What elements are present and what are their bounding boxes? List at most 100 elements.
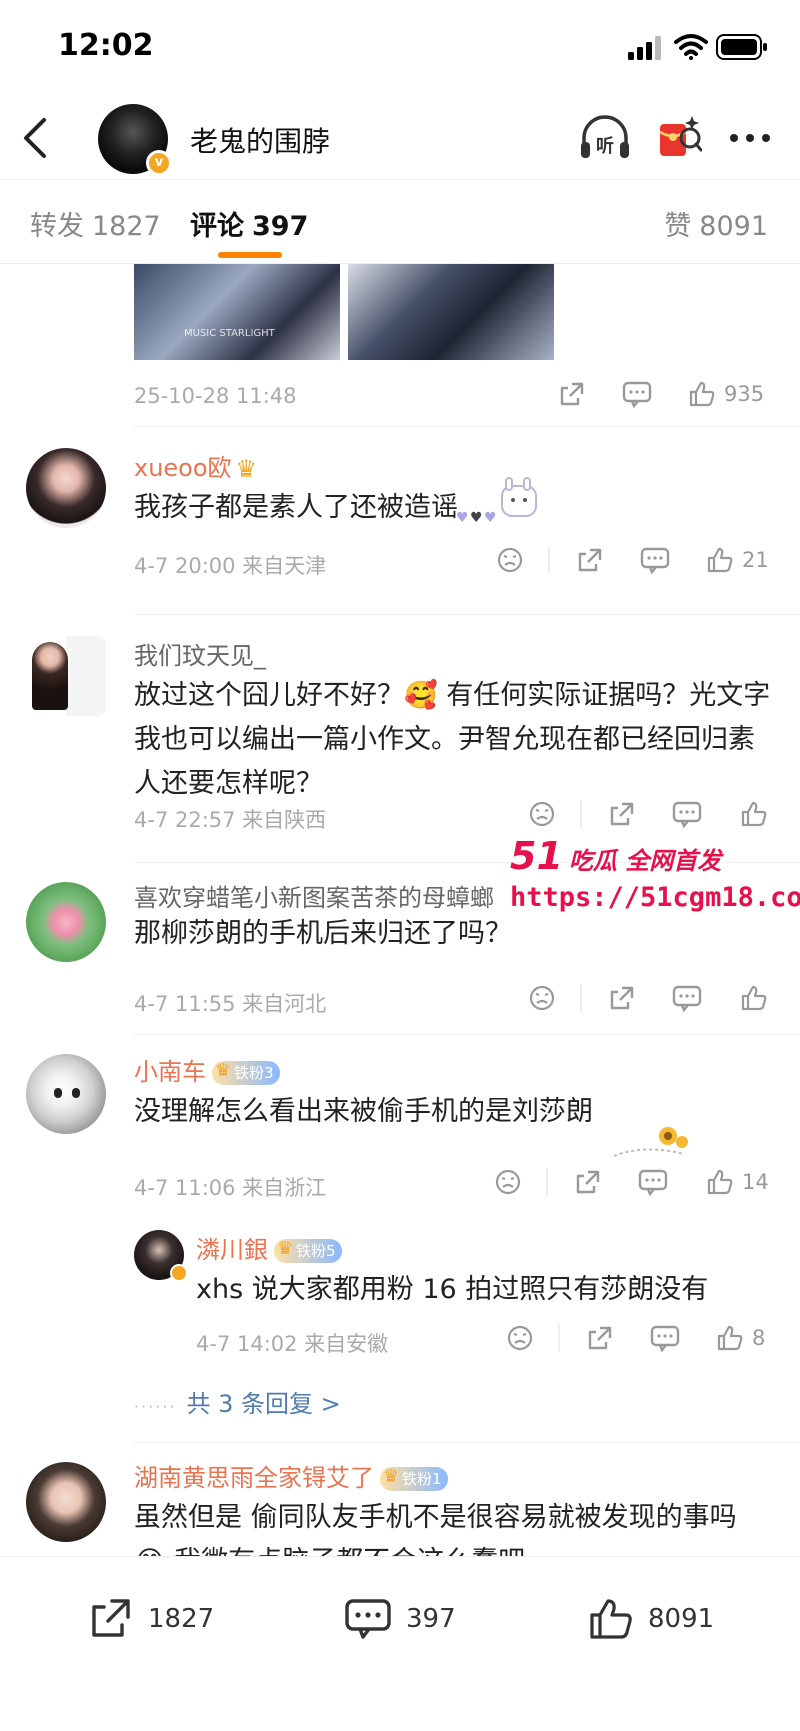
post-image[interactable]: MUSIC STARLIGHT: [134, 264, 340, 360]
separator: [580, 800, 582, 828]
reply-like-button[interactable]: 8: [716, 1324, 765, 1352]
tab-repost[interactable]: 转发 1827: [30, 204, 161, 243]
comment-username-text: xueoo欧: [134, 454, 232, 482]
crown-badge-icon: ♛: [235, 455, 258, 483]
tab-repost-count: 1827: [92, 211, 161, 242]
comment-text: 放过这个囧儿好不好？🥰 有任何实际证据吗？光文字我也可以编出一篇小作文。尹智允现…: [134, 680, 771, 799]
reply-meta: 4-7 14:02 来自安徽: [196, 1332, 389, 1356]
reply-text: xhs 说大家都用粉 16 拍过照只有莎朗没有: [196, 1274, 709, 1305]
watermark-url: https://51cgm18.com: [510, 882, 800, 913]
dislike-face-icon[interactable]: [528, 800, 556, 828]
reply-avatar[interactable]: [134, 1230, 188, 1282]
signal-icon: [628, 36, 661, 60]
comment-meta: 4-7 11:55 来自河北: [134, 992, 327, 1016]
share-icon[interactable]: [608, 984, 636, 1012]
comment-icon[interactable]: [622, 380, 652, 408]
svg-text:♥: ♥: [456, 510, 469, 526]
bottom-comment-button[interactable]: 397: [344, 1597, 456, 1641]
view-more-replies-label: 共 3 条回复 >: [186, 1390, 341, 1418]
reply-like-count: 8: [752, 1326, 766, 1350]
post-images: MUSIC STARLIGHT: [134, 264, 554, 360]
avatar[interactable]: [26, 1054, 106, 1134]
comment-username-text: 小南车: [134, 1058, 206, 1086]
red-packet-icon[interactable]: [656, 112, 702, 160]
comment-like-count: 14: [742, 1170, 769, 1194]
tab-comment[interactable]: 评论 397: [190, 204, 308, 243]
thumbs-up-icon[interactable]: [740, 800, 768, 828]
bottom-action-bar: 1827 397 8091: [0, 1556, 800, 1731]
watermark: 51 吃瓜 全网首发 https://51cgm18.com: [510, 834, 800, 913]
tab-comment-label: 评论: [190, 211, 244, 242]
tab-comment-count: 397: [252, 211, 309, 242]
comment-meta: 4-7 20:00 来自天津: [134, 554, 327, 578]
status-time: 12:02: [58, 28, 154, 63]
comment-icon[interactable]: [650, 1324, 680, 1352]
comment-username[interactable]: xueoo欧 ♛: [134, 448, 257, 483]
comment-feed[interactable]: MUSIC STARLIGHT 25-10-28 11:48 935 xueoo…: [0, 264, 800, 1556]
bottom-share-button[interactable]: 1827: [88, 1597, 214, 1641]
svg-text:♥: ♥: [470, 510, 483, 526]
separator: [548, 546, 550, 574]
post-image[interactable]: [348, 264, 554, 360]
listen-headphones-icon[interactable]: 听: [578, 114, 632, 162]
watermark-number: 51: [510, 834, 563, 878]
comment-username[interactable]: 我们玟天见_: [134, 636, 266, 671]
comment-username-text: 湖南黄思雨全家锝艾了: [134, 1464, 374, 1492]
tab-like[interactable]: 赞 8091: [664, 204, 768, 243]
comment-username[interactable]: 喜欢穿蜡笔小新图案苦茶的母蟑螂: [134, 878, 494, 913]
page-title[interactable]: 老鬼的围脖: [190, 120, 330, 160]
thumbs-up-icon: [717, 1325, 743, 1351]
reply-username-text: 潾川銀: [196, 1236, 268, 1264]
post-like-button[interactable]: 935: [688, 380, 764, 408]
thumbs-up-icon: [707, 547, 733, 573]
comment-text: 虽然但是 偷同队友手机不是很容易就被发现的事吗 😂 我微有点脑子都不会这么蠢吧: [134, 1502, 737, 1556]
active-tab-indicator: [218, 252, 282, 258]
comment-icon[interactable]: [638, 1168, 668, 1196]
comment-icon[interactable]: [640, 546, 670, 574]
status-bar: 12:02: [0, 0, 800, 96]
avatar[interactable]: [26, 636, 106, 716]
post-image-caption: MUSIC STARLIGHT: [184, 328, 275, 339]
sunflower-sticker-icon: [604, 1122, 694, 1162]
svg-text:♥: ♥: [484, 510, 497, 526]
comment-like-button[interactable]: 21: [706, 546, 769, 574]
thumbs-up-icon: [707, 1169, 733, 1195]
share-icon[interactable]: [586, 1324, 614, 1352]
wifi-icon: [674, 34, 708, 60]
more-options-icon[interactable]: [726, 118, 774, 158]
comment-item: 湖南黄思雨全家锝艾了铁粉1 虽然但是 偷同队友手机不是很容易就被发现的事吗 😂 …: [0, 1442, 800, 1556]
bottom-like-count: 8091: [648, 1604, 715, 1634]
separator: [580, 984, 582, 1012]
dots-icon: ······: [134, 1397, 177, 1416]
avatar[interactable]: [26, 448, 106, 528]
comment-like-button[interactable]: 14: [706, 1168, 769, 1196]
comment-username[interactable]: 小南车铁粉3: [134, 1052, 280, 1087]
fan-level-badge: 铁粉3: [212, 1059, 280, 1085]
view-more-replies-link[interactable]: ······ 共 3 条回复 >: [134, 1384, 341, 1419]
comment-meta: 4-7 11:06 来自浙江: [134, 1176, 327, 1200]
comment-icon[interactable]: [672, 984, 702, 1012]
author-avatar[interactable]: v: [98, 104, 172, 176]
share-icon[interactable]: [608, 800, 636, 828]
share-icon[interactable]: [574, 1168, 602, 1196]
separator: [546, 1168, 548, 1196]
fan-level-badge: 铁粉1: [380, 1465, 448, 1491]
thumbs-up-icon[interactable]: [740, 984, 768, 1012]
reply-username[interactable]: 潾川銀铁粉5: [196, 1230, 342, 1265]
dislike-face-icon[interactable]: [496, 546, 524, 574]
chevron-left-icon[interactable]: [18, 116, 54, 160]
comment-username[interactable]: 湖南黄思雨全家锝艾了铁粉1: [134, 1458, 448, 1493]
share-icon[interactable]: [576, 546, 604, 574]
dislike-face-icon[interactable]: [494, 1168, 522, 1196]
comment-icon[interactable]: [672, 800, 702, 828]
share-icon[interactable]: [558, 380, 586, 408]
bottom-like-button[interactable]: 8091: [588, 1597, 714, 1641]
dislike-face-icon[interactable]: [506, 1324, 534, 1352]
avatar[interactable]: [26, 1462, 106, 1542]
post-date: 25-10-28 11:48: [134, 384, 297, 408]
post-like-count: 935: [724, 382, 765, 406]
avatar[interactable]: [26, 882, 106, 962]
top-nav: v 老鬼的围脖 听: [0, 96, 800, 180]
comment-text: 那柳莎朗的手机后来归还了吗？: [134, 918, 512, 949]
dislike-face-icon[interactable]: [528, 984, 556, 1012]
